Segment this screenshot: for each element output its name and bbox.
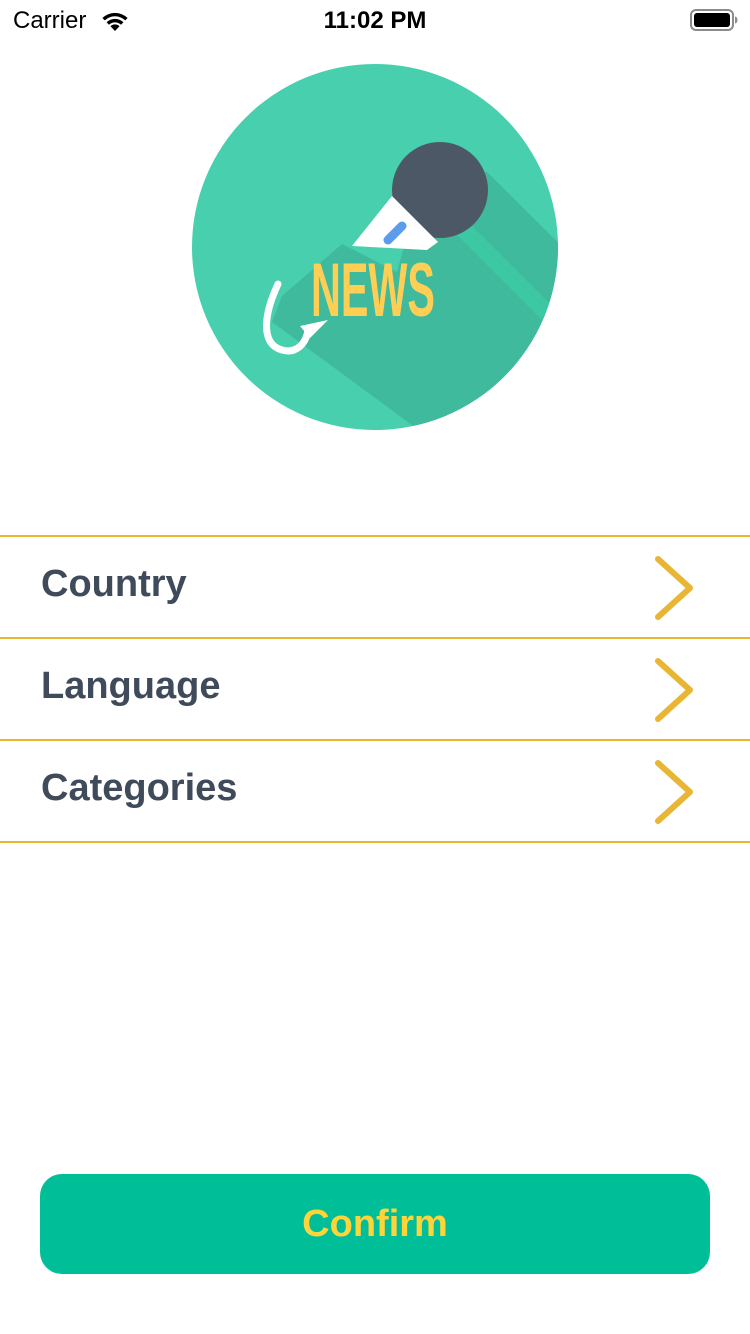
status-time: 11:02 PM [323,7,427,34]
language-label: Language [41,665,221,707]
app-screen: Carrier 11:02 PM NEWS Country Language C… [0,0,750,1334]
country-label: Country [41,563,187,605]
logo-text: NEWS [311,248,435,333]
categories-label: Categories [41,767,238,809]
chevron-right-icon [655,556,693,620]
language-row[interactable]: Language [0,639,750,741]
news-logo: NEWS [192,64,558,430]
status-bar: Carrier 11:02 PM [0,0,750,40]
battery-icon [690,9,738,31]
chevron-right-icon [655,658,693,722]
settings-list: Country Language Categories [0,535,750,843]
confirm-button[interactable]: Confirm [40,1174,710,1274]
chevron-right-icon [655,760,693,824]
country-row[interactable]: Country [0,537,750,639]
categories-row[interactable]: Categories [0,741,750,843]
